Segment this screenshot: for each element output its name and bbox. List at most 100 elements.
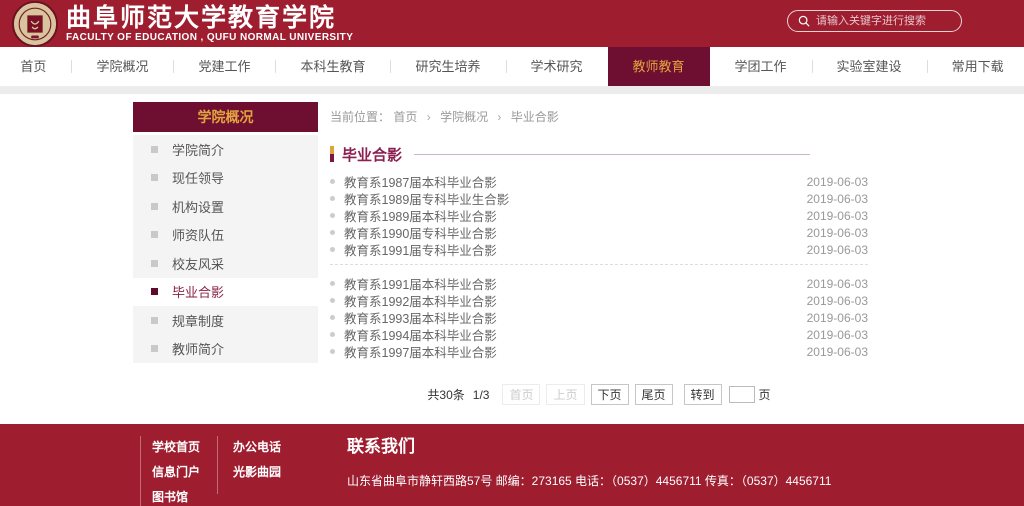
- sidebar-item-organization[interactable]: 机构设置: [133, 192, 318, 221]
- footer-link-campus-gallery[interactable]: 光影曲园: [233, 460, 281, 485]
- bullet-icon: [330, 298, 335, 303]
- nav-divider-strip: [0, 86, 1024, 94]
- nav-item-downloads[interactable]: 常用下载: [927, 47, 1024, 86]
- sidebar-item-label: 现任领导: [172, 168, 224, 187]
- site-header: 曲阜师范大学教育学院 FACULTY OF EDUCATION , QUFU N…: [0, 0, 1024, 47]
- bullet-icon: [330, 349, 335, 354]
- footer-links-column-1: 学校首页 信息门户 图书馆: [152, 435, 200, 506]
- nav-item-academic-research[interactable]: 学术研究: [506, 47, 608, 86]
- sidebar-item-faculty-team[interactable]: 师资队伍: [133, 221, 318, 250]
- section-accent-bar: [330, 146, 334, 162]
- sidebar-item-rules[interactable]: 规章制度: [133, 306, 318, 335]
- sidebar-item-college-intro[interactable]: 学院简介: [133, 135, 318, 164]
- sidebar-item-graduation-photos[interactable]: 毕业合影: [133, 278, 318, 307]
- footer-contact-info: 山东省曲阜市静轩西路57号 邮编：273165 电话：（0537）4456711…: [347, 472, 831, 489]
- bullet-icon: [330, 332, 335, 337]
- footer-contact-title: 联系我们: [347, 432, 831, 457]
- pagination-page-indicator: 1/3: [473, 388, 490, 402]
- footer-divider: [140, 436, 141, 506]
- sidebar-title: 学院概况: [133, 102, 318, 132]
- square-bullet-icon: [151, 345, 158, 352]
- sidebar-item-label: 毕业合影: [172, 282, 224, 301]
- main-nav: 首页 学院概况 党建工作 本科生教育 研究生培养 学术研究 教师教育 学团工作 …: [0, 47, 1024, 86]
- sidebar-item-label: 教师简介: [172, 339, 224, 358]
- square-bullet-icon: [151, 288, 158, 295]
- list-item-date: 2019-06-03: [807, 311, 868, 325]
- square-bullet-icon: [151, 260, 158, 267]
- square-bullet-icon: [151, 231, 158, 238]
- list-item: 教育系1992届本科毕业合影 2019-06-03: [330, 292, 868, 309]
- nav-item-college-overview[interactable]: 学院概况: [71, 47, 173, 86]
- footer-contact: 联系我们 山东省曲阜市静轩西路57号 邮编：273165 电话：（0537）44…: [347, 432, 831, 489]
- list-item: 教育系1987届本科毕业合影 2019-06-03: [330, 173, 868, 190]
- breadcrumb-home[interactable]: 首页: [393, 110, 417, 124]
- square-bullet-icon: [151, 146, 158, 153]
- breadcrumb: 当前位置： 首页 › 学院概况 › 毕业合影: [330, 108, 868, 124]
- nav-item-teacher-education[interactable]: 教师教育: [608, 47, 710, 86]
- bullet-icon: [330, 281, 335, 286]
- footer-link-library[interactable]: 图书馆: [152, 485, 200, 506]
- list-item-link[interactable]: 教育系1991届专科毕业合影: [344, 240, 807, 259]
- search-box[interactable]: [787, 10, 962, 32]
- site-footer: 学校首页 信息门户 图书馆 办公电话 光影曲园 联系我们 山东省曲阜市静轩西路5…: [0, 424, 1024, 506]
- pagination-goto-button[interactable]: 转到: [684, 384, 722, 405]
- sidebar-item-label: 学院简介: [172, 140, 224, 159]
- bullet-icon: [330, 315, 335, 320]
- list-item-date: 2019-06-03: [807, 328, 868, 342]
- news-list-group-1: 教育系1987届本科毕业合影 2019-06-03 教育系1989届专科毕业生合…: [330, 173, 868, 258]
- sidebar-item-label: 机构设置: [172, 197, 224, 216]
- bullet-icon: [330, 247, 335, 252]
- list-item-date: 2019-06-03: [807, 277, 868, 291]
- sidebar: 学院概况 学院简介 现任领导 机构设置 师资队伍 校友风采: [133, 102, 318, 363]
- pagination: 共30条 1/3 首页 上页 下页 尾页 转到 页: [330, 384, 868, 405]
- footer-link-office-phone[interactable]: 办公电话: [233, 435, 281, 460]
- section-rule-line: [414, 154, 810, 155]
- sidebar-item-alumni[interactable]: 校友风采: [133, 249, 318, 278]
- list-item: 教育系1991届专科毕业合影 2019-06-03: [330, 241, 868, 258]
- bullet-icon: [330, 213, 335, 218]
- pagination-first-button[interactable]: 首页: [502, 384, 540, 405]
- nav-item-graduate-training[interactable]: 研究生培养: [390, 47, 505, 86]
- breadcrumb-college-overview[interactable]: 学院概况: [440, 110, 488, 124]
- square-bullet-icon: [151, 317, 158, 324]
- list-item-date: 2019-06-03: [807, 226, 868, 240]
- breadcrumb-prefix: 当前位置：: [330, 110, 390, 124]
- section-header: 毕业合影: [330, 145, 868, 163]
- list-item-date: 2019-06-03: [807, 209, 868, 223]
- bullet-icon: [330, 196, 335, 201]
- nav-item-undergraduate-education[interactable]: 本科生教育: [275, 47, 390, 86]
- brand-home-link[interactable]: 曲阜师范大学教育学院 FACULTY OF EDUCATION , QUFU N…: [12, 0, 353, 47]
- nav-item-party-building[interactable]: 党建工作: [173, 47, 275, 86]
- pagination-page-suffix: 页: [759, 386, 771, 403]
- nav-item-student-league-work[interactable]: 学团工作: [710, 47, 812, 86]
- breadcrumb-separator: ›: [497, 110, 501, 124]
- list-item: 教育系1997届本科毕业合影 2019-06-03: [330, 343, 868, 360]
- list-item-date: 2019-06-03: [807, 345, 868, 359]
- pagination-last-button[interactable]: 尾页: [635, 384, 673, 405]
- nav-item-lab-construction[interactable]: 实验室建设: [812, 47, 927, 86]
- sidebar-item-current-leaders[interactable]: 现任领导: [133, 164, 318, 193]
- footer-link-info-portal[interactable]: 信息门户: [152, 460, 200, 485]
- footer-divider: [217, 436, 218, 494]
- list-item-link[interactable]: 教育系1997届本科毕业合影: [344, 342, 807, 361]
- footer-link-school-home[interactable]: 学校首页: [152, 435, 200, 460]
- university-seal-logo: [12, 1, 58, 47]
- list-item: 教育系1991届本科毕业合影 2019-06-03: [330, 275, 868, 292]
- section-title: 毕业合影: [342, 144, 402, 165]
- site-title-english: FACULTY OF EDUCATION , QUFU NORMAL UNIVE…: [66, 32, 353, 43]
- footer-links-column-2: 办公电话 光影曲园: [233, 435, 281, 485]
- list-item-date: 2019-06-03: [807, 192, 868, 206]
- pagination-page-input[interactable]: [729, 386, 755, 403]
- list-item: 教育系1990届专科毕业合影 2019-06-03: [330, 224, 868, 241]
- nav-item-home[interactable]: 首页: [0, 47, 71, 86]
- content-area: 当前位置： 首页 › 学院概况 › 毕业合影 毕业合影 教育系1987届本科毕业…: [330, 94, 868, 405]
- pagination-next-button[interactable]: 下页: [591, 384, 629, 405]
- sidebar-item-teacher-profiles[interactable]: 教师简介: [133, 335, 318, 364]
- list-group-separator: [330, 264, 868, 265]
- sidebar-item-label: 校友风采: [172, 254, 224, 273]
- breadcrumb-current-page[interactable]: 毕业合影: [511, 110, 559, 124]
- list-item: 教育系1994届本科毕业合影 2019-06-03: [330, 326, 868, 343]
- search-input[interactable]: [816, 15, 946, 27]
- pagination-prev-button[interactable]: 上页: [546, 384, 584, 405]
- list-item: 教育系1989届本科毕业合影 2019-06-03: [330, 207, 868, 224]
